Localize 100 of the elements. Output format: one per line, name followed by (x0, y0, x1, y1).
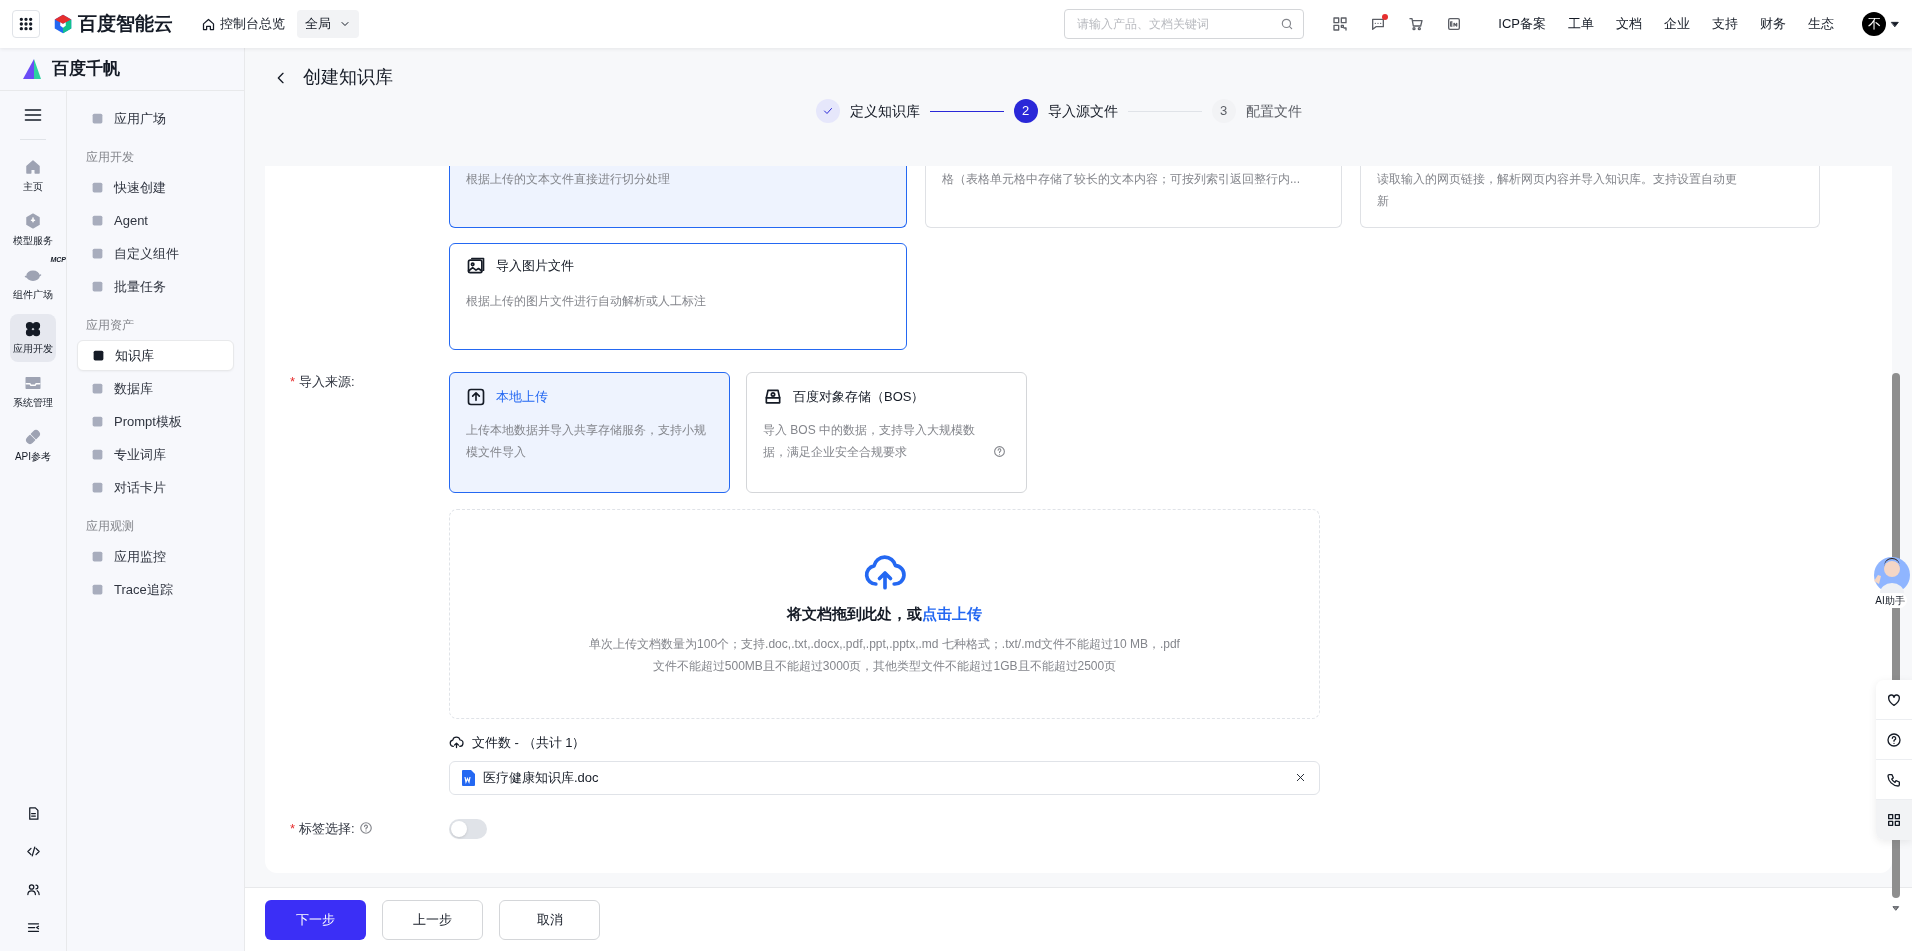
floating-tool-button[interactable] (1876, 800, 1912, 840)
source-option-card[interactable]: 本地上传 上传本地数据并导入共享存储服务，支持小规模文件导入 (449, 372, 730, 493)
nav-link[interactable]: 工单 (1568, 14, 1594, 34)
upload-icon (466, 387, 486, 407)
sidebar-item[interactable]: 专业词库 (77, 439, 234, 470)
check-icon (821, 105, 834, 117)
search-field[interactable]: 请输入产品、文档关键词 (1064, 9, 1305, 39)
sidebar-group-title: 应用观测 (85, 518, 135, 535)
rail-item[interactable]: 系统管理 (10, 368, 56, 416)
cube-logo-icon (52, 13, 74, 35)
assistant-label[interactable]: AI助手 (1873, 593, 1907, 608)
option-description: 上传本地数据并导入共享存储服务，支持小规模文件导入 (466, 422, 707, 461)
sidebar-item[interactable]: 知识库 (77, 340, 234, 371)
nav-link[interactable]: 文档 (1616, 14, 1642, 34)
caret-down-icon (1890, 19, 1900, 29)
sail-logo-icon (20, 57, 44, 81)
file-type-card[interactable]: 格（表格单元格中存储了较长的文本内容；可按列索引返回整行内... (925, 166, 1342, 228)
storage-drive-icon (763, 387, 783, 407)
page-title: 创建知识库 (303, 66, 393, 89)
square-icon (92, 349, 105, 362)
square-icon (91, 415, 104, 428)
toolbar-button[interactable] (1446, 16, 1463, 32)
square-icon (91, 382, 104, 395)
step-number: 3 (1211, 99, 1236, 123)
file-type-card[interactable]: 导入图片文件 根据上传的图片文件进行自动解析或人工标注 (449, 243, 907, 350)
users-icon (25, 881, 41, 897)
card-description: 根据上传的文本文件直接进行切分处理 (466, 171, 671, 188)
toolbar-button[interactable] (1332, 16, 1349, 32)
four-dots-icon (24, 320, 42, 338)
sidebar-item[interactable]: Prompt模板 (77, 406, 234, 437)
file-type-card[interactable]: 读取输入的网页链接，解析网页内容并导入知识库。支持设置自动更 新 (1360, 166, 1820, 228)
toggle-switch[interactable] (449, 818, 487, 839)
square-icon (91, 247, 104, 260)
help-icon (993, 445, 1006, 458)
console-link[interactable]: 控制台总览 (201, 14, 285, 34)
sidebar-group-title: 应用开发 (85, 149, 135, 166)
sidebar-item[interactable]: 自定义组件 (77, 238, 234, 269)
sidebar-item[interactable]: 应用广场 (77, 103, 234, 134)
cloud-upload-icon (449, 735, 464, 751)
card-title: 导入图片文件 (496, 257, 574, 276)
toolbar-button[interactable] (1408, 16, 1425, 32)
cart-icon (1408, 16, 1425, 32)
rail-item[interactable]: 主页 (10, 152, 56, 200)
sidebar-item[interactable]: 批量任务 (77, 271, 234, 302)
step-label: 配置文件 (1245, 101, 1302, 121)
sidebar-item[interactable]: 快速创建 (77, 172, 234, 203)
rail-item[interactable]: 应用开发 (10, 314, 56, 362)
upload-link[interactable]: 点击上传 (922, 604, 982, 622)
image-icon (466, 256, 486, 276)
square-icon (91, 583, 104, 596)
card-description: 根据上传的图片文件进行自动解析或人工标注 (466, 293, 707, 310)
help-icon (1886, 731, 1902, 748)
square-icon (91, 280, 104, 293)
toolbar-button[interactable] (1370, 16, 1387, 32)
rail-item[interactable]: API参考 (10, 422, 56, 470)
secondary-button[interactable]: 上一步 (382, 899, 483, 940)
upload-hint: 单次上传文档数量为100个；支持.doc,.txt,.docx,.pdf,.ppt,.pptx,.md 七种格式；.txt/.md文件不能超过10 MB，.pdf文件不能超过500MB且不能超过3000页，其他类型文件不能超过1GB且不能超过2500页 (588, 636, 1181, 676)
source-option-card[interactable]: 百度对象存储（BOS） 导入 BOS 中的数据，支持导入大规模数据，满足企业安全合规要求 (746, 372, 1027, 493)
apps-button[interactable] (12, 10, 40, 38)
sidebar-group-title: 应用资产 (85, 317, 135, 334)
square-icon (91, 448, 104, 461)
upload-prompt: 将文档拖到此处，或 (787, 604, 922, 622)
sidebar-item[interactable]: 数据库 (77, 373, 234, 404)
scope-select[interactable]: 全局 (297, 10, 359, 38)
primary-button[interactable]: 下一步 (265, 899, 366, 940)
heart-icon (1886, 691, 1902, 708)
step-number: 2 (1013, 99, 1038, 123)
message-icon (1370, 16, 1387, 32)
qr-code-icon (1332, 16, 1349, 32)
required-mark: * (290, 819, 296, 838)
search-icon (1280, 17, 1295, 31)
sidebar-item[interactable]: Trace追踪 (77, 574, 234, 605)
user-avatar[interactable]: 不 (1862, 12, 1886, 36)
apps-grid-icon (18, 16, 34, 32)
word-file-icon (462, 769, 475, 786)
step-label: 定义知识库 (849, 101, 920, 121)
nav-link[interactable]: 生态 (1808, 14, 1834, 34)
nav-link[interactable]: 支持 (1712, 14, 1738, 34)
sidebar-item[interactable]: Agent (77, 205, 234, 236)
file-type-card[interactable]: 根据上传的文本文件直接进行切分处理 (449, 166, 907, 228)
option-title: 百度对象存储（BOS） (793, 388, 925, 407)
file-name: 医疗健康知识库.doc (483, 768, 600, 787)
form-label: 导入来源: (299, 373, 355, 391)
nav-link[interactable]: ICP备案 (1498, 14, 1546, 34)
grid-icon (1886, 812, 1902, 828)
upload-drop-zone[interactable]: 将文档拖到此处，或点击上传 单次上传文档数量为100个；支持.doc,.txt,.docx,.pdf,.ppt,.pptx,.md 七种格式；.txt/.md文件不能超过10 MB，.pdf文件不能超过500MB且不能超过3000页，其他类型文件不能超过1GB且不能超过2500页 (449, 509, 1320, 719)
sidebar-item[interactable]: 对话卡片 (77, 472, 234, 503)
file-count: 文件数 - （共计 1） (472, 734, 586, 752)
rail-item[interactable]: 模型服务 (10, 206, 56, 254)
sidebar-item[interactable]: 应用监控 (77, 541, 234, 572)
language-icon (1446, 16, 1463, 32)
nav-link[interactable]: 财务 (1760, 14, 1786, 34)
home-icon (24, 158, 42, 176)
nav-link[interactable]: 企业 (1664, 14, 1690, 34)
square-icon (91, 214, 104, 227)
close-icon (1294, 772, 1306, 783)
help-icon (358, 821, 373, 836)
brand-name[interactable]: 百度智能云 (78, 9, 173, 39)
square-icon (91, 181, 104, 194)
secondary-button[interactable]: 取消 (499, 899, 600, 940)
